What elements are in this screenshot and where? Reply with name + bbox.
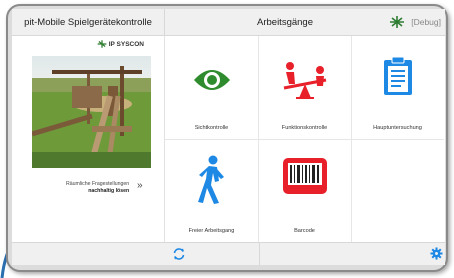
clipboard-icon — [384, 56, 412, 95]
tile-label: Barcode — [294, 228, 315, 234]
tile-barcode[interactable]: Barcode — [258, 139, 352, 242]
sync-icon[interactable] — [172, 247, 186, 261]
logo-icon — [390, 16, 405, 28]
walking-person-icon — [198, 155, 224, 204]
tile-label: Freier Arbeitsgang — [188, 228, 235, 234]
brand-name: IP SYSCON — [108, 40, 144, 48]
brand-logo: IP SYSCON — [97, 40, 144, 48]
seesaw-icon — [283, 62, 327, 99]
tile-label: Sichtkontrolle — [194, 125, 229, 131]
gear-icon[interactable] — [430, 247, 443, 260]
tile-freier-arbeitsgang[interactable]: Freier Arbeitsgang — [165, 139, 259, 242]
app-title: pit-Mobile Spielgerätekontrolle — [24, 16, 152, 28]
footer-divider — [259, 243, 260, 265]
barcode-icon — [283, 158, 327, 194]
tile-hauptuntersuchung[interactable]: Hauptuntersuchung — [351, 36, 444, 140]
debug-label[interactable]: [Debug] — [411, 17, 441, 27]
promo-line2: nachhaltig lösen — [88, 188, 130, 194]
task-grid: Sichtkontrolle Funktionskontrolle Hauptu… — [165, 36, 445, 242]
playground-photo — [32, 56, 151, 168]
tile-label: Hauptuntersuchung — [373, 125, 422, 131]
brand-mark-icon — [97, 40, 107, 48]
promo-next-chevron[interactable]: » — [137, 180, 143, 191]
section-title: Arbeitsgänge — [257, 16, 313, 28]
app-title-bar: pit-Mobile Spielgerätekontrolle — [12, 9, 165, 36]
tile-funktionskontrolle[interactable]: Funktionskontrolle — [258, 36, 352, 140]
tile-sichtkontrolle[interactable]: Sichtkontrolle — [165, 36, 259, 140]
promo-line1: Räumliche Fragestellungen — [66, 181, 130, 187]
app-screen: pit-Mobile Spielgerätekontrolle Arbeitsg… — [12, 9, 445, 265]
tile-label: Funktionskontrolle — [281, 125, 328, 131]
eye-icon — [194, 70, 230, 90]
footer-bar — [12, 242, 445, 265]
promo-panel: IP SYSCON Räumliche Fragestellungen nach… — [12, 36, 165, 242]
debug-area: [Debug] — [389, 16, 441, 28]
section-header: Arbeitsgänge [Debug] — [165, 9, 445, 36]
promo-caption: Räumliche Fragestellungen nachhaltig lös… — [66, 181, 129, 195]
